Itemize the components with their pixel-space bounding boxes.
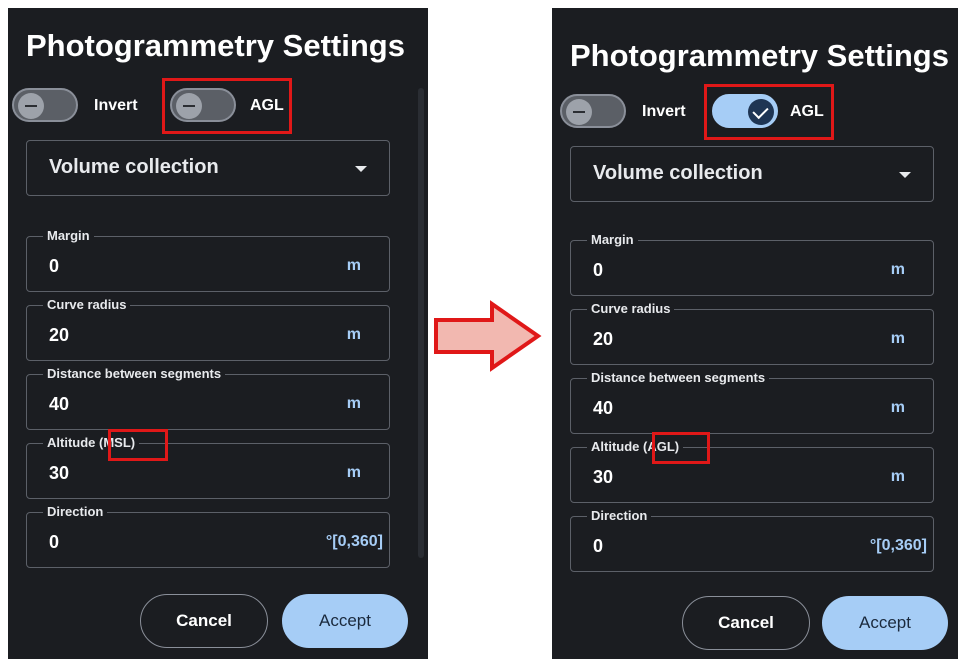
highlight-box: [108, 429, 168, 461]
chevron-down-icon: [355, 166, 367, 172]
field-unit: m: [346, 257, 361, 274]
field-unit: m: [890, 330, 905, 347]
highlight-box: [162, 78, 292, 134]
minus-icon: [566, 99, 592, 125]
select-value: Volume collection: [593, 162, 763, 184]
distance-between-segments-field[interactable]: Distance between segments 40 m: [570, 370, 934, 434]
accept-button[interactable]: Accept: [282, 594, 408, 648]
highlight-box: [704, 84, 834, 140]
field-label: Curve radius: [43, 297, 131, 312]
field-value: 0: [593, 536, 604, 556]
field-label: Direction: [43, 504, 108, 519]
field-label: Curve radius: [587, 301, 675, 316]
field-value: 20: [49, 325, 70, 345]
cancel-button[interactable]: Cancel: [140, 594, 268, 648]
margin-field[interactable]: Margin 0 m: [570, 232, 934, 296]
field-label: Direction: [587, 508, 652, 523]
invert-label: Invert: [642, 103, 686, 120]
curve-radius-field[interactable]: Curve radius 20 m: [570, 301, 934, 365]
margin-field[interactable]: Margin 0 m: [26, 228, 390, 292]
direction-field[interactable]: Direction 0 °[0,360]: [26, 504, 390, 568]
field-label: Distance between segments: [43, 366, 226, 381]
direction-field[interactable]: Direction 0 °[0,360]: [570, 508, 934, 572]
field-unit: m: [890, 468, 905, 485]
altitude-label-text: Altitude: [591, 439, 643, 454]
select-value: Volume collection: [49, 156, 219, 178]
field-value: 30: [593, 467, 614, 487]
highlight-box: [652, 432, 710, 464]
altitude-field[interactable]: Altitude (AGL) 30 m: [570, 439, 934, 503]
invert-switch[interactable]: [560, 94, 626, 128]
chevron-down-icon: [899, 172, 911, 178]
altitude-field[interactable]: Altitude (MSL) 30 m: [26, 435, 390, 499]
field-unit: °[0,360]: [869, 537, 927, 554]
field-unit: m: [346, 464, 361, 481]
right-arrow-icon: [434, 300, 542, 372]
field-unit: °[0,360]: [325, 533, 383, 550]
field-label: Margin: [43, 228, 94, 243]
field-unit: m: [890, 261, 905, 278]
field-unit: m: [346, 395, 361, 412]
scrollbar[interactable]: [418, 88, 424, 558]
field-value: 40: [593, 398, 614, 418]
settings-dialog-before: Photogrammetry Settings Invert AGL Volum…: [8, 8, 428, 659]
field-value: 20: [593, 329, 614, 349]
field-unit: m: [890, 399, 905, 416]
dialog-title: Photogrammetry Settings: [570, 38, 949, 73]
field-value: 40: [49, 394, 70, 414]
field-value: 30: [49, 463, 70, 483]
altitude-label-text: Altitude: [47, 435, 99, 450]
field-label: Margin: [587, 232, 638, 247]
collection-select[interactable]: Volume collection: [570, 146, 934, 202]
invert-switch[interactable]: [12, 88, 78, 122]
accept-button[interactable]: Accept: [822, 596, 948, 650]
settings-dialog-after: Photogrammetry Settings Invert AGL Volum…: [552, 8, 958, 659]
field-unit: m: [346, 326, 361, 343]
field-value: 0: [49, 532, 60, 552]
distance-between-segments-field[interactable]: Distance between segments 40 m: [26, 366, 390, 430]
collection-select[interactable]: Volume collection: [26, 140, 390, 196]
cancel-button[interactable]: Cancel: [682, 596, 810, 650]
invert-label: Invert: [94, 97, 138, 114]
field-label: Distance between segments: [587, 370, 770, 385]
minus-icon: [18, 93, 44, 119]
dialog-title: Photogrammetry Settings: [26, 28, 405, 63]
field-value: 0: [593, 260, 604, 280]
curve-radius-field[interactable]: Curve radius 20 m: [26, 297, 390, 361]
field-value: 0: [49, 256, 60, 276]
